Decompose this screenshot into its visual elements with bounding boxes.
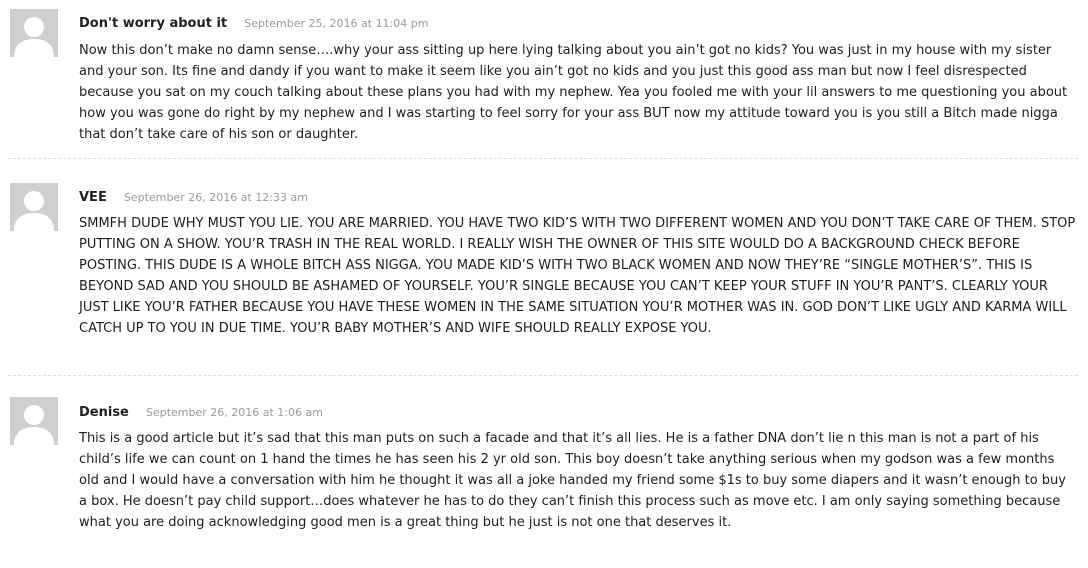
comment-meta: Don't worry about it September 25, 2016 … [79, 12, 428, 32]
default-avatar-icon [10, 9, 58, 57]
comment-author[interactable]: Don't worry about it [79, 16, 227, 31]
comment-date[interactable]: September 26, 2016 at 1:06 am [146, 406, 323, 419]
comment: Don't worry about it September 25, 2016 … [0, 9, 1088, 154]
comment-date[interactable]: September 26, 2016 at 12:33 am [124, 191, 308, 204]
comment-text: Now this don’t make no damn sense….why y… [79, 43, 1068, 142]
default-avatar-icon [10, 397, 58, 445]
comment-separator [8, 158, 1078, 159]
comment-text: This is a good article but it’s sad that… [79, 431, 1066, 530]
default-avatar-icon [10, 183, 58, 231]
comment: VEE September 26, 2016 at 12:33 am SMMFH… [0, 183, 1088, 363]
comment-list: Don't worry about it September 25, 2016 … [0, 0, 1088, 568]
comment-meta: VEE September 26, 2016 at 12:33 am [79, 186, 308, 206]
comment: Denise September 26, 2016 at 1:06 am Thi… [0, 397, 1088, 562]
comment-author[interactable]: Denise [79, 405, 129, 420]
comment-date[interactable]: September 25, 2016 at 11:04 pm [244, 17, 428, 30]
comment-text: SMMFH DUDE WHY MUST YOU LIE. YOU ARE MAR… [79, 216, 1076, 336]
comment-meta: Denise September 26, 2016 at 1:06 am [79, 401, 323, 421]
comment-author[interactable]: VEE [79, 190, 107, 205]
comment-separator [8, 375, 1078, 376]
